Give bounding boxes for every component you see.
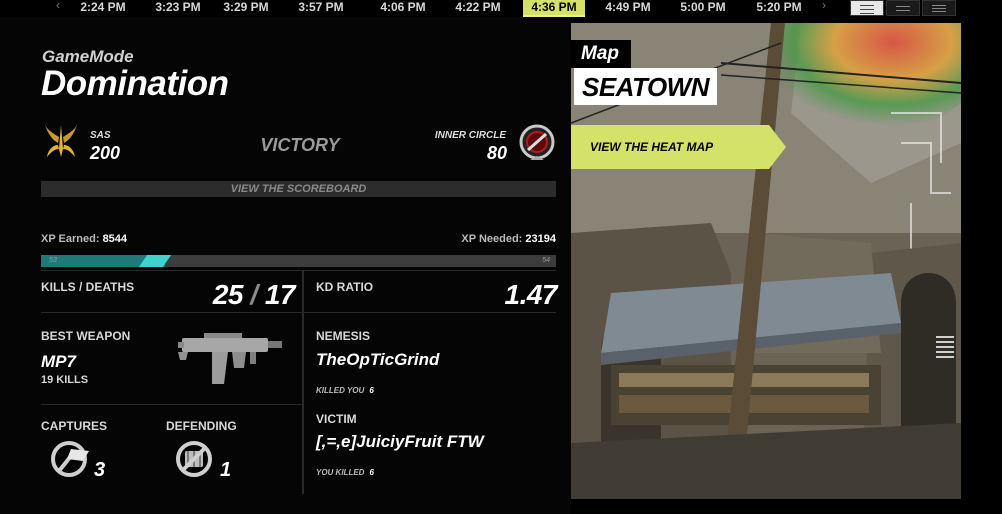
table-view-icon[interactable] [922, 0, 956, 16]
team2-score: 80 [486, 143, 507, 163]
nemesis-label: NEMESIS [316, 329, 371, 343]
nemesis-name[interactable]: TheOpTicGrind [316, 350, 439, 370]
timeline-time[interactable]: 2:24 PM [72, 0, 134, 17]
xp-needed: XP Needed: 23194 [461, 233, 556, 245]
timeline-next-icon[interactable]: › [822, 0, 826, 12]
timeline-time[interactable]: 3:57 PM [290, 0, 352, 17]
kd-separator: / [250, 279, 258, 310]
team2-name: INNER CIRCLE [434, 130, 506, 141]
victim-name[interactable]: [,=,e]JuiciyFruit FTW [316, 432, 484, 452]
xp-earned: XP Earned: 8544 [41, 233, 127, 245]
inner-circle-emblem-icon [519, 124, 555, 160]
view-heat-map-label: VIEW THE HEAT MAP [590, 140, 714, 154]
divider [41, 404, 302, 405]
xp-earned-label: XP Earned: [41, 233, 100, 245]
map-name: SEATOWN [574, 68, 717, 105]
defending-value: 1 [220, 459, 232, 481]
kills-value: 25 [212, 279, 244, 310]
you-killed: YOU KILLED 6 [316, 468, 374, 477]
killed-you-value: 6 [369, 386, 374, 395]
team1-name: SAS [90, 130, 111, 141]
captures-value: 3 [94, 459, 106, 481]
kd-ratio-label: KD RATIO [316, 280, 374, 294]
divider [302, 270, 304, 494]
kills-deaths-label: KILLS / DEATHS [41, 280, 135, 294]
view-heat-map-button[interactable]: VIEW THE HEAT MAP [571, 125, 786, 169]
timeline-time-active[interactable]: 4:36 PM [523, 0, 585, 17]
timeline-time[interactable]: 4:49 PM [597, 0, 659, 17]
xp-progress-bar: 53 54 [41, 255, 556, 267]
divider [41, 312, 556, 313]
xp-earned-value: 8544 [102, 233, 128, 245]
mp7-weapon-icon [178, 333, 282, 384]
deaths-value: 17 [264, 279, 296, 310]
kd-ratio-value: 1.47 [504, 279, 558, 310]
list-view-icon[interactable] [886, 0, 920, 16]
timeline-time[interactable]: 3:23 PM [147, 0, 209, 17]
timeline-time[interactable]: 5:00 PM [672, 0, 734, 17]
you-killed-value: 6 [369, 468, 374, 477]
capture-flag-icon [51, 441, 89, 477]
map-preview: Map SEATOWN VIEW THE HEAT MAP [571, 23, 961, 499]
best-weapon-label: BEST WEAPON [41, 329, 131, 343]
defending-label: DEFENDING [166, 419, 237, 433]
match-summary-panel: GameMode Domination SAS 200 VICTORY INNE… [0, 17, 571, 514]
captures-label: CAPTURES [41, 419, 108, 433]
victim-label: VICTIM [316, 412, 357, 426]
timeline-time[interactable]: 3:29 PM [215, 0, 277, 17]
sas-emblem-icon [45, 125, 77, 157]
timeline-time[interactable]: 4:06 PM [372, 0, 434, 17]
weapon-kills: 19 KILLS [41, 374, 89, 386]
grid-view-icon[interactable] [850, 0, 884, 16]
game-mode-name: Domination [41, 64, 229, 103]
xp-needed-label: XP Needed: [461, 233, 523, 245]
map-scroll-handle-icon[interactable] [936, 336, 954, 361]
level-next: 54 [542, 257, 550, 264]
xp-needed-value: 23194 [525, 233, 556, 245]
timeline-time[interactable]: 5:20 PM [748, 0, 810, 17]
team1-score: 200 [90, 143, 121, 163]
defend-icon [176, 441, 212, 477]
divider [41, 270, 556, 271]
view-scoreboard-button[interactable]: VIEW THE SCOREBOARD [41, 181, 556, 197]
match-timeline: ‹ 2:24 PM 3:23 PM 3:29 PM 3:57 PM 4:06 P… [0, 0, 850, 17]
timeline-time[interactable]: 4:22 PM [447, 0, 509, 17]
weapon-name: MP7 [41, 352, 76, 371]
timeline-prev-icon[interactable]: ‹ [56, 0, 60, 12]
map-label: Map [571, 40, 631, 68]
killed-you-label: KILLED YOU [316, 386, 365, 395]
level-current: 53 [49, 257, 57, 264]
killed-you: KILLED YOU 6 [316, 386, 374, 395]
kills-deaths-value: 25 / 17 [212, 279, 296, 311]
you-killed-label: YOU KILLED [316, 468, 365, 477]
match-result: VICTORY [260, 135, 340, 155]
